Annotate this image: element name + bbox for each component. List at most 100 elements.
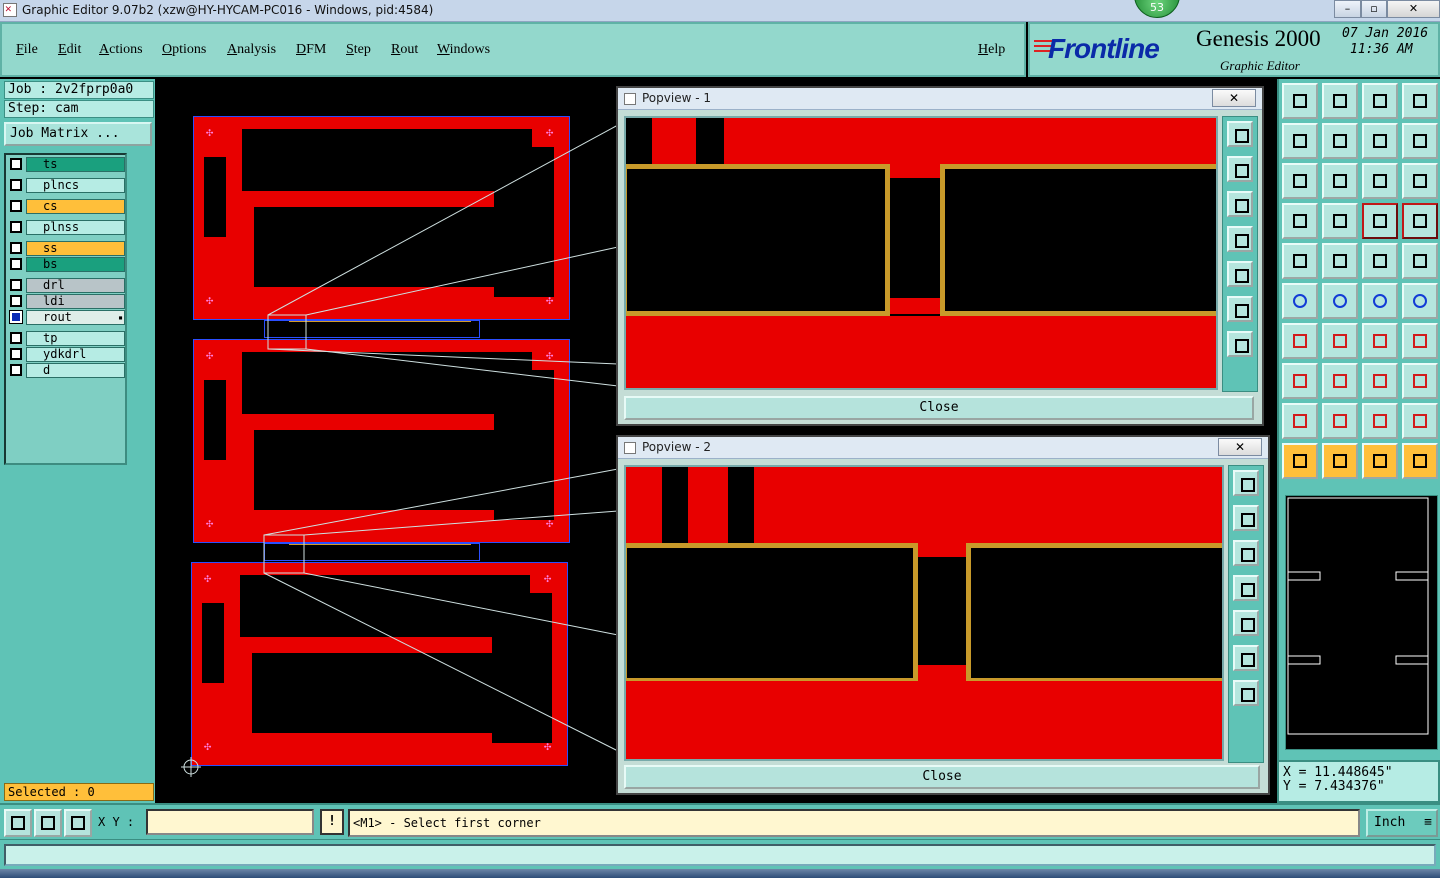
notification-badge[interactable]: 53: [1134, 0, 1180, 18]
connect-icon[interactable]: [1282, 283, 1318, 319]
layers-red-icon[interactable]: [1362, 203, 1398, 239]
popview-2-tool-4[interactable]: [1233, 575, 1259, 601]
popview-1-close-icon[interactable]: ✕: [1212, 89, 1256, 107]
select-icon[interactable]: [1282, 443, 1318, 479]
layer-row-cs[interactable]: cs: [8, 199, 125, 214]
popview-1-close-button[interactable]: Close: [624, 396, 1254, 420]
layer-checkbox[interactable]: [10, 332, 22, 344]
close-window-button[interactable]: ✕: [1387, 0, 1440, 18]
layer-checkbox[interactable]: [10, 364, 22, 376]
slash-icon[interactable]: [1322, 323, 1358, 359]
layer-label[interactable]: bs: [26, 257, 125, 272]
triangle3-icon[interactable]: [1362, 403, 1398, 439]
menu-file[interactable]: File: [16, 42, 38, 58]
select-multi-icon[interactable]: [1402, 443, 1438, 479]
job-matrix-button[interactable]: Job Matrix ...: [4, 122, 152, 146]
menu-actions[interactable]: Actions: [99, 42, 143, 58]
menu-help[interactable]: Help: [978, 42, 1005, 58]
layer-checkbox[interactable]: [10, 221, 22, 233]
layer-checkbox[interactable]: [10, 179, 22, 191]
overview-map[interactable]: [1285, 495, 1438, 750]
circle-icon[interactable]: [1402, 243, 1438, 279]
popview-1-tool-5[interactable]: [1227, 261, 1253, 287]
ruler-icon[interactable]: [1362, 243, 1398, 279]
popview-1-tool-2[interactable]: [1227, 156, 1253, 182]
help-icon[interactable]: [1402, 163, 1438, 199]
layer-label[interactable]: tp: [26, 331, 125, 346]
popview-1-view[interactable]: [624, 116, 1218, 390]
layer-label[interactable]: cs: [26, 199, 125, 214]
menu-edit[interactable]: Edit: [58, 42, 81, 58]
layer-row-ldi[interactable]: ldi: [8, 294, 125, 309]
layer-label[interactable]: drl: [26, 278, 125, 293]
layer-label[interactable]: ss: [26, 241, 125, 256]
popview-1-tool-3[interactable]: [1227, 191, 1253, 217]
pan-left-icon[interactable]: [1282, 123, 1318, 159]
scatter-icon[interactable]: [1282, 363, 1318, 399]
delete-icon[interactable]: [1322, 283, 1358, 319]
flip-icon[interactable]: [1402, 123, 1438, 159]
fill-icon[interactable]: [1402, 323, 1438, 359]
layer-label[interactable]: plnss: [26, 220, 125, 235]
layer-label[interactable]: ldi: [26, 294, 125, 309]
popview-2-title-bar[interactable]: Popview - 2 ✕: [618, 437, 1268, 459]
layer-checkbox[interactable]: [10, 348, 22, 360]
grid-mode-icon[interactable]: [64, 809, 92, 837]
popview-2-close-icon[interactable]: ✕: [1218, 438, 1262, 456]
layer-row-plnss[interactable]: plnss: [8, 220, 125, 235]
zoom-fit-icon[interactable]: [1362, 123, 1398, 159]
layer-row-plncs[interactable]: plncs: [8, 178, 125, 193]
maximize-button[interactable]: ▫: [1361, 0, 1387, 18]
layer-checkbox[interactable]: [9, 310, 23, 324]
zoom-center-icon[interactable]: [1322, 163, 1358, 199]
home-icon[interactable]: [1362, 83, 1398, 119]
xy-input[interactable]: [146, 809, 314, 835]
layer-checkbox[interactable]: [10, 242, 22, 254]
angle-icon[interactable]: [1282, 323, 1318, 359]
triangle4-icon[interactable]: [1402, 403, 1438, 439]
vertex-icon[interactable]: [1362, 283, 1398, 319]
layer-checkbox[interactable]: [10, 158, 22, 170]
popview-2-close-button[interactable]: Close: [624, 765, 1260, 789]
key-icon[interactable]: [1322, 203, 1358, 239]
popview-2-tool-5[interactable]: [1233, 610, 1259, 636]
popview-2-tool-3[interactable]: [1233, 540, 1259, 566]
layer-row-d[interactable]: d: [8, 363, 125, 378]
layer-row-ss[interactable]: ss: [8, 241, 125, 256]
move-down-icon[interactable]: [1322, 83, 1358, 119]
menu-windows[interactable]: Windows: [437, 42, 490, 58]
popview-2-tool-7[interactable]: [1233, 680, 1259, 706]
layer-row-bs[interactable]: bs: [8, 257, 125, 272]
tune-icon[interactable]: [1282, 203, 1318, 239]
menu-dfm[interactable]: DFM: [296, 42, 326, 58]
snap-mode-icon[interactable]: [4, 809, 32, 837]
popview-1-tool-6[interactable]: [1227, 296, 1253, 322]
select-circle-icon[interactable]: [1362, 443, 1398, 479]
move-up-icon[interactable]: [1282, 83, 1318, 119]
triangle2-icon[interactable]: [1322, 403, 1358, 439]
popview-1-tool-4[interactable]: [1227, 226, 1253, 252]
layer-label[interactable]: ts: [26, 157, 125, 172]
node-icon[interactable]: [1402, 283, 1438, 319]
popview-2-tool-1[interactable]: [1233, 470, 1259, 496]
popview-2-tool-2[interactable]: [1233, 505, 1259, 531]
warning-button[interactable]: !: [320, 809, 344, 835]
triangle1-icon[interactable]: [1282, 403, 1318, 439]
select-box-icon[interactable]: [1322, 443, 1358, 479]
popview-window-2[interactable]: Popview - 2 ✕ Close: [616, 435, 1270, 795]
menu-options[interactable]: Options: [162, 42, 206, 58]
menu-analysis[interactable]: Analysis: [227, 42, 276, 58]
units-selector[interactable]: Inch: [1366, 809, 1438, 837]
layer-row-drl[interactable]: drl: [8, 278, 125, 293]
pan-right-icon[interactable]: [1322, 123, 1358, 159]
popview-2-view[interactable]: [624, 465, 1224, 761]
measure-mode-icon[interactable]: [34, 809, 62, 837]
scale-1-2-icon[interactable]: [1362, 163, 1398, 199]
popview-1-tool-7[interactable]: [1227, 331, 1253, 357]
layer-checkbox[interactable]: [10, 279, 22, 291]
layer-label[interactable]: plncs: [26, 178, 125, 193]
cut-icon[interactable]: [1322, 363, 1358, 399]
layers-red2-icon[interactable]: [1402, 203, 1438, 239]
measure-icon[interactable]: [1322, 243, 1358, 279]
popview-1-title-bar[interactable]: Popview - 1 ✕: [618, 88, 1262, 110]
